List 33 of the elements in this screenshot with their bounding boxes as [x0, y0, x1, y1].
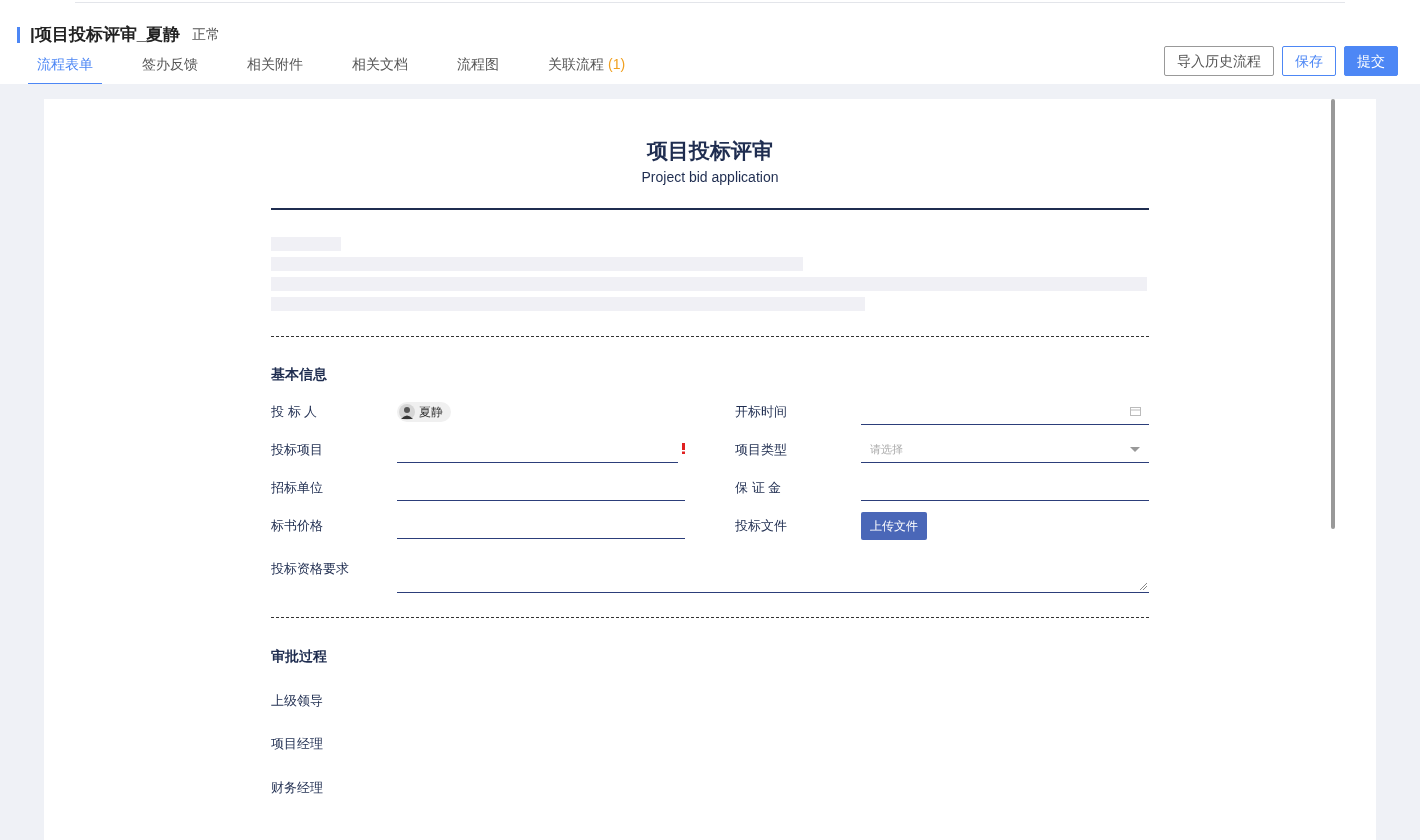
form-subtitle: Project bid application	[641, 167, 779, 187]
field-label: 保 证 金	[735, 478, 783, 497]
tab[interactable]: 相关文档	[343, 52, 417, 84]
avatar-icon	[399, 403, 415, 420]
upload-button[interactable]: 上传文件	[861, 511, 927, 540]
page-title: |项目投标评审_夏静	[30, 24, 181, 46]
field-label: 投标文件	[735, 516, 788, 535]
tab[interactable]: 相关附件	[238, 52, 312, 84]
field-label: 投标资格要求	[271, 559, 350, 578]
tab[interactable]: 签办反馈	[133, 52, 207, 84]
field-label: 招标单位	[271, 478, 324, 497]
field-label: 开标时间	[735, 402, 788, 421]
form-title: 项目投标评审	[647, 138, 773, 164]
person-chip[interactable]: 夏静	[397, 401, 451, 422]
tab[interactable]: 流程图	[448, 52, 508, 84]
field-label: 投标项目	[271, 440, 324, 459]
approval-label: 财务经理	[271, 778, 324, 797]
action-button[interactable]: 保存	[1282, 46, 1336, 76]
field-label: 投 标 人	[271, 402, 319, 421]
caret-icon	[1130, 446, 1140, 452]
tab[interactable]: 关联流程 (1)	[539, 52, 635, 84]
count-label: (1)	[608, 55, 626, 74]
tab[interactable]: 流程表单	[28, 52, 102, 84]
status-label: 正常	[192, 25, 221, 45]
resize-handle-icon	[1140, 582, 1147, 590]
section-heading: 基本信息	[271, 364, 328, 384]
calendar-icon	[1130, 406, 1141, 416]
approval-label: 上级领导	[271, 691, 324, 710]
approval-label: 项目经理	[271, 735, 324, 753]
field-label: 标书价格	[271, 516, 324, 535]
section-heading: 审批过程	[271, 646, 328, 666]
field-label: 项目类型	[735, 440, 788, 459]
action-button[interactable]: 导入历史流程	[1164, 46, 1274, 76]
